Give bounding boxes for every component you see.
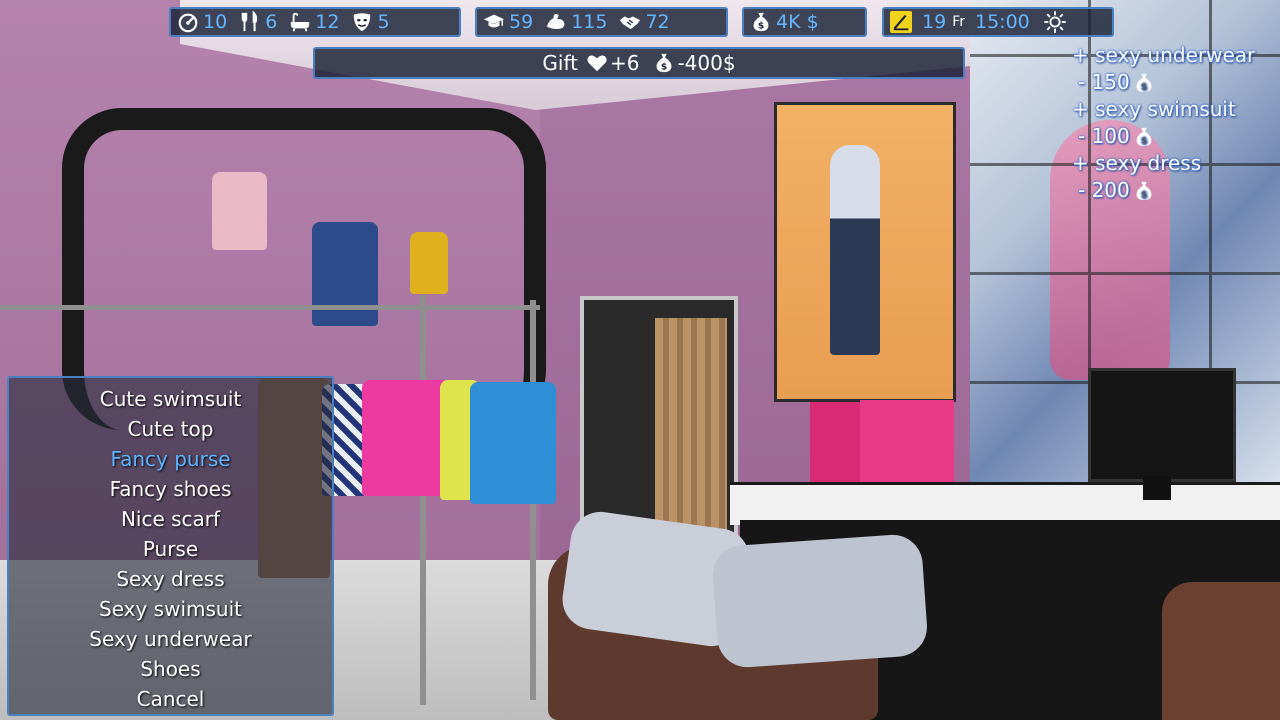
menu-option-cute-swimsuit[interactable]: Cute swimsuit (9, 384, 332, 414)
svg-text:$: $ (661, 61, 667, 72)
menu-option-shoes[interactable]: Shoes (9, 654, 332, 684)
money-panel: $ 4K $ (742, 7, 867, 37)
heart-icon (586, 52, 608, 74)
notification-line: - 150 $ (1072, 69, 1280, 96)
affection-change: +6 (586, 51, 639, 75)
notification-line: - 100 $ (1072, 123, 1280, 150)
money-bag-icon: $ (653, 52, 675, 74)
handshake-icon (619, 11, 641, 33)
food-value: 6 (265, 11, 278, 33)
graduation-cap-icon (483, 11, 505, 33)
clock-time: 15:00 (974, 11, 1030, 33)
gift-choice-menu: Cute swimsuit Cute top Fancy purse Fancy… (7, 376, 334, 716)
charisma-value: 72 (645, 11, 670, 33)
notification-line: + sexy swimsuit (1072, 96, 1280, 123)
calendar-icon (890, 11, 912, 33)
fitness-value: 115 (571, 11, 608, 33)
sofa-pillow (711, 532, 929, 670)
charisma-stat: 72 (619, 11, 670, 33)
hanging-shirt-pink (362, 380, 450, 496)
notification-line: + sexy dress (1072, 150, 1280, 177)
menu-option-cute-top[interactable]: Cute top (9, 414, 332, 444)
svg-text:$: $ (1141, 135, 1147, 146)
skills-stats-panel: 59 115 72 (475, 7, 728, 37)
energy-value: 10 (203, 11, 228, 33)
time-panel: 19 Fr 15:00 (882, 7, 1114, 37)
svg-text:$: $ (1141, 189, 1147, 200)
purchase-log: + sexy underwear - 150 $ + sexy swimsuit… (1072, 42, 1280, 204)
money-stat: $ 4K $ (750, 11, 819, 33)
mood-value: 5 (377, 11, 390, 33)
money-bag-icon: $ (1133, 72, 1155, 94)
menu-option-sexy-underwear[interactable]: Sexy underwear (9, 624, 332, 654)
needs-stats-panel: 10 6 12 5 (169, 7, 461, 37)
gift-cost-value: -400$ (677, 51, 736, 75)
fork-knife-icon (239, 11, 261, 33)
bathtub-icon (289, 11, 311, 33)
weekday-label: Fr (952, 14, 965, 30)
menu-option-sexy-swimsuit[interactable]: Sexy swimsuit (9, 594, 332, 624)
shopping-bag (810, 402, 866, 486)
menu-option-cancel[interactable]: Cancel (9, 684, 332, 714)
energy-stat: 10 (177, 11, 227, 33)
mannequin-top-yellow (410, 232, 448, 294)
menu-option-purse[interactable]: Purse (9, 534, 332, 564)
notification-text: - 200 (1078, 178, 1130, 202)
register-monitor (1088, 368, 1236, 482)
hanging-shirt-blue (470, 382, 556, 504)
gift-label: Gift (542, 51, 578, 75)
mannequin-top-pink (212, 172, 267, 250)
checkout-counter (730, 482, 1280, 525)
shopping-bag (860, 400, 954, 492)
money-bag-icon: $ (1133, 180, 1155, 202)
money-bag-icon: $ (750, 11, 772, 33)
notification-line: - 200 $ (1072, 177, 1280, 204)
sun-icon (1043, 11, 1066, 33)
gift-cost: $ -400$ (653, 51, 736, 75)
mood-stat: 5 (351, 11, 390, 33)
affection-value: +6 (609, 51, 640, 75)
poster-model (830, 145, 880, 355)
notification-text: + sexy dress (1072, 151, 1202, 175)
notification-line: + sexy underwear (1072, 42, 1280, 69)
hygiene-value: 12 (315, 11, 340, 33)
svg-text:$: $ (1141, 81, 1147, 92)
armchair (1162, 582, 1280, 720)
notification-text: + sexy swimsuit (1072, 97, 1236, 121)
notification-text: + sexy underwear (1072, 43, 1256, 67)
clothes-rack (0, 305, 540, 310)
menu-option-sexy-dress[interactable]: Sexy dress (9, 564, 332, 594)
intelligence-stat: 59 (483, 11, 533, 33)
money-value: 4K $ (776, 11, 819, 33)
fitting-room-curtain (655, 318, 727, 554)
intelligence-value: 59 (509, 11, 534, 33)
food-stat: 6 (239, 11, 277, 33)
notification-text: - 150 (1078, 70, 1130, 94)
menu-option-nice-scarf[interactable]: Nice scarf (9, 504, 332, 534)
day-number: 19 (922, 11, 947, 33)
menu-option-fancy-shoes[interactable]: Fancy shoes (9, 474, 332, 504)
hanging-jacket-blue (312, 222, 378, 326)
flexed-arm-icon (545, 11, 567, 33)
monitor-stand (1143, 476, 1171, 500)
fitness-stat: 115 (545, 11, 607, 33)
hygiene-stat: 12 (289, 11, 339, 33)
clothes-rack-post (420, 295, 426, 705)
gift-info-bar: Gift +6 $ -400$ (313, 47, 965, 79)
money-bag-icon: $ (1133, 126, 1155, 148)
svg-text:$: $ (758, 20, 764, 31)
menu-option-fancy-purse[interactable]: Fancy purse (9, 444, 332, 474)
mask-icon (351, 11, 373, 33)
speedometer-icon (177, 11, 199, 33)
notification-text: - 100 (1078, 124, 1130, 148)
